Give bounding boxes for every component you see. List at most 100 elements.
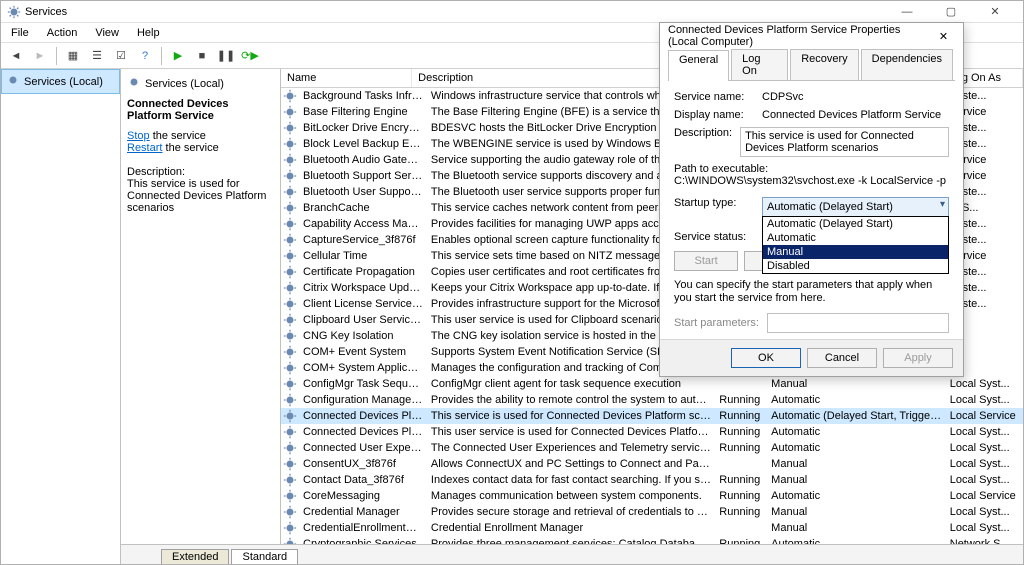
cell-name: ConsentUX_3f876f xyxy=(299,458,427,470)
help-button[interactable]: ? xyxy=(134,45,156,67)
table-row[interactable]: Connected User Experience...The Connecte… xyxy=(281,440,1023,456)
path-label: Path to executable: xyxy=(674,163,949,175)
forward-button[interactable]: ► xyxy=(29,45,51,67)
cell-name: ConfigMgr Task Sequence ... xyxy=(299,378,427,390)
cell-status: Running xyxy=(715,442,767,454)
gear-icon xyxy=(6,73,20,90)
startup-type-select[interactable]: Automatic (Delayed Start) xyxy=(762,197,949,217)
cell-name: Bluetooth Support Service xyxy=(299,170,427,182)
tab-dependencies[interactable]: Dependencies xyxy=(861,49,953,80)
gear-icon xyxy=(283,425,297,439)
title-bar: Services — ▢ ✕ xyxy=(1,1,1023,23)
menu-action[interactable]: Action xyxy=(41,25,84,41)
gear-icon xyxy=(283,537,297,544)
cell-startup: Automatic xyxy=(767,426,946,438)
cell-name: Connected Devices Platfor... xyxy=(299,410,427,422)
option-manual[interactable]: Manual xyxy=(763,245,948,259)
table-row[interactable]: CredentialEnrollmentMana...Credential En… xyxy=(281,520,1023,536)
table-row[interactable]: Cryptographic ServicesProvides three man… xyxy=(281,536,1023,544)
menu-file[interactable]: File xyxy=(5,25,35,41)
properties-button[interactable]: ☑ xyxy=(110,45,132,67)
stop-service-button[interactable]: ■ xyxy=(191,45,213,67)
start-params-input[interactable] xyxy=(767,313,949,333)
apply-button[interactable]: Apply xyxy=(883,348,953,368)
restart-link[interactable]: Restart xyxy=(127,142,162,154)
cancel-button[interactable]: Cancel xyxy=(807,348,877,368)
table-row[interactable]: Configuration Manager Re...Provides the … xyxy=(281,392,1023,408)
cell-name: Cellular Time xyxy=(299,250,427,262)
maximize-button[interactable]: ▢ xyxy=(929,2,973,22)
cell-status: Running xyxy=(715,394,767,406)
start-params-note: You can specify the start parameters tha… xyxy=(674,279,949,305)
cell-name: Bluetooth User Support Ser... xyxy=(299,186,427,198)
option-automatic[interactable]: Automatic xyxy=(763,231,948,245)
cell-name: Configuration Manager Re... xyxy=(299,394,427,406)
gear-icon xyxy=(283,233,297,247)
cell-name: BitLocker Drive Encryption ... xyxy=(299,122,427,134)
restart-service-button[interactable]: ⟳▶ xyxy=(239,45,261,67)
pause-service-button[interactable]: ❚❚ xyxy=(215,45,237,67)
stop-rest: the service xyxy=(150,130,206,142)
gear-icon xyxy=(283,473,297,487)
tab-log-on[interactable]: Log On xyxy=(731,49,788,80)
table-row[interactable]: Credential ManagerProvides secure storag… xyxy=(281,504,1023,520)
cell-name: Credential Manager xyxy=(299,506,427,518)
startup-type-dropdown: Automatic (Delayed Start) Automatic Manu… xyxy=(762,216,949,274)
cell-startup: Automatic xyxy=(767,490,946,502)
table-row[interactable]: ConfigMgr Task Sequence ...ConfigMgr cli… xyxy=(281,376,1023,392)
description-text: This service is used for Connected Devic… xyxy=(127,178,274,214)
gear-icon xyxy=(283,457,297,471)
cell-logon: Local Syst... xyxy=(946,522,1023,534)
table-row[interactable]: Connected Devices Platfor...This user se… xyxy=(281,424,1023,440)
tab-general[interactable]: General xyxy=(668,50,729,81)
start-button[interactable]: Start xyxy=(674,251,738,271)
pane-header: Services (Local) xyxy=(145,78,224,90)
gear-icon xyxy=(283,329,297,343)
ok-button[interactable]: OK xyxy=(731,348,801,368)
menu-help[interactable]: Help xyxy=(131,25,166,41)
cell-status: Running xyxy=(715,474,767,486)
cell-description: This user service is used for Connected … xyxy=(427,426,715,438)
service-status-label: Service status: xyxy=(674,231,762,243)
table-row[interactable]: Contact Data_3f876fIndexes contact data … xyxy=(281,472,1023,488)
export-list-button[interactable]: ☰ xyxy=(86,45,108,67)
tab-extended[interactable]: Extended xyxy=(161,549,229,564)
option-disabled[interactable]: Disabled xyxy=(763,259,948,273)
cell-status: Running xyxy=(715,506,767,518)
window-title: Services xyxy=(25,6,67,18)
gear-icon xyxy=(283,217,297,231)
tree-services-local[interactable]: Services (Local) xyxy=(1,69,120,94)
back-button[interactable]: ◄ xyxy=(5,45,27,67)
minimize-button[interactable]: — xyxy=(885,2,929,22)
stop-link[interactable]: Stop xyxy=(127,130,150,142)
path-value: C:\WINDOWS\system32\svchost.exe -k Local… xyxy=(674,175,949,187)
table-row[interactable]: Connected Devices Platfor...This service… xyxy=(281,408,1023,424)
cell-name: BranchCache xyxy=(299,202,427,214)
gear-icon xyxy=(283,297,297,311)
gear-icon xyxy=(283,137,297,151)
dialog-tabs: General Log On Recovery Dependencies xyxy=(668,49,955,81)
tree-label: Services (Local) xyxy=(24,76,103,88)
cell-logon: Local Syst... xyxy=(946,442,1023,454)
show-hide-tree-button[interactable]: ▦ xyxy=(62,45,84,67)
menu-view[interactable]: View xyxy=(89,25,125,41)
option-auto-delayed[interactable]: Automatic (Delayed Start) xyxy=(763,217,948,231)
gear-icon xyxy=(283,377,297,391)
dialog-close-button[interactable]: ✕ xyxy=(932,25,955,47)
cell-name: Connected User Experience... xyxy=(299,442,427,454)
cell-description: Indexes contact data for fast contact se… xyxy=(427,474,715,486)
table-row[interactable]: ConsentUX_3f876fAllows ConnectUX and PC … xyxy=(281,456,1023,472)
close-button[interactable]: ✕ xyxy=(973,2,1017,22)
start-service-button[interactable]: ▶ xyxy=(167,45,189,67)
tab-standard[interactable]: Standard xyxy=(231,549,298,564)
tab-recovery[interactable]: Recovery xyxy=(790,49,858,80)
table-row[interactable]: CoreMessagingManages communication betwe… xyxy=(281,488,1023,504)
view-tabs: Extended Standard xyxy=(121,544,1023,564)
cell-name: CaptureService_3f876f xyxy=(299,234,427,246)
cell-description: The Connected User Experiences and Telem… xyxy=(427,442,715,454)
cell-startup: Manual xyxy=(767,458,946,470)
cell-logon: Local Syst... xyxy=(946,506,1023,518)
startup-type-selected: Automatic (Delayed Start) xyxy=(767,201,893,213)
col-name[interactable]: Name xyxy=(281,69,412,87)
cell-name: Client License Service (ClipS... xyxy=(299,298,427,310)
